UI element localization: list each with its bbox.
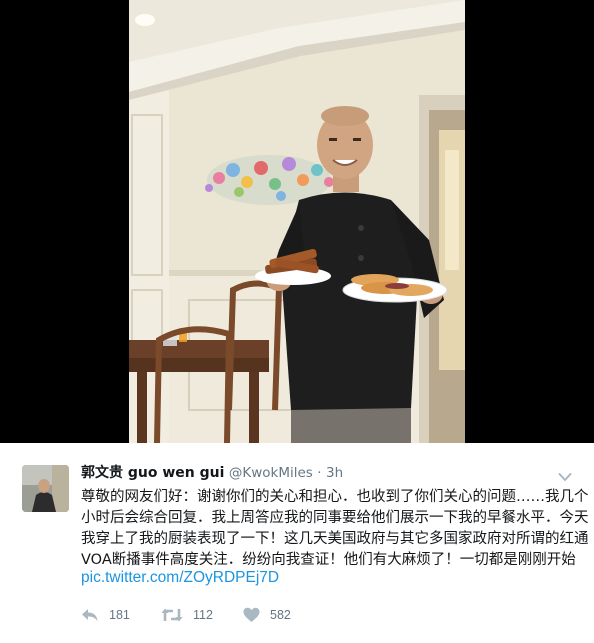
tweet: 郭文贵 guo wen gui @KwokMiles · 3h 尊敬的网友们好：…	[0, 443, 594, 643]
retweet-count: 112	[193, 608, 213, 622]
avatar[interactable]	[22, 465, 69, 512]
tweet-photo[interactable]	[129, 0, 465, 443]
tweet-text-line: 尊敬的网友们好：谢谢你们的关心和担心．也收到了你们关心的问题……我几个	[81, 489, 589, 505]
heart-icon	[243, 607, 260, 622]
tweet-text-line: 小时后会综合回复．我上周答应我的同事要给他们展示一下我的早餐水平．今天	[81, 510, 589, 526]
more-options-button[interactable]	[558, 467, 572, 481]
like-count: 582	[270, 608, 291, 622]
reply-button[interactable]: 181	[81, 605, 130, 625]
tweet-media[interactable]	[0, 0, 594, 443]
tweet-text-line: 我穿上了我的厨装表现了一下！这几天美国政府与其它多国家政府对所谓的红通	[81, 531, 589, 547]
separator-dot: ·	[317, 465, 322, 481]
retweet-icon	[161, 608, 183, 622]
tweet-header: 郭文贵 guo wen gui @KwokMiles · 3h	[81, 463, 574, 483]
tweet-actions: 181 112 582	[81, 605, 381, 625]
reply-count: 181	[109, 608, 130, 622]
photo-man-with-breakfast-plates	[129, 0, 465, 443]
media-link[interactable]: pic.twitter.com/ZOyRDPEj7D	[81, 568, 279, 588]
tweet-text: 尊敬的网友们好：谢谢你们的关心和担心．也收到了你们关心的问题……我几个 小时后会…	[81, 487, 589, 571]
chevron-down-icon	[558, 473, 572, 481]
display-name[interactable]: 郭文贵 guo wen gui	[81, 465, 224, 481]
user-handle[interactable]: @KwokMiles	[229, 465, 313, 481]
like-button[interactable]: 582	[243, 605, 291, 625]
reply-icon	[82, 609, 98, 621]
tweet-timestamp[interactable]: 3h	[326, 465, 343, 481]
avatar-image	[22, 465, 69, 512]
retweet-button[interactable]: 112	[161, 605, 213, 625]
